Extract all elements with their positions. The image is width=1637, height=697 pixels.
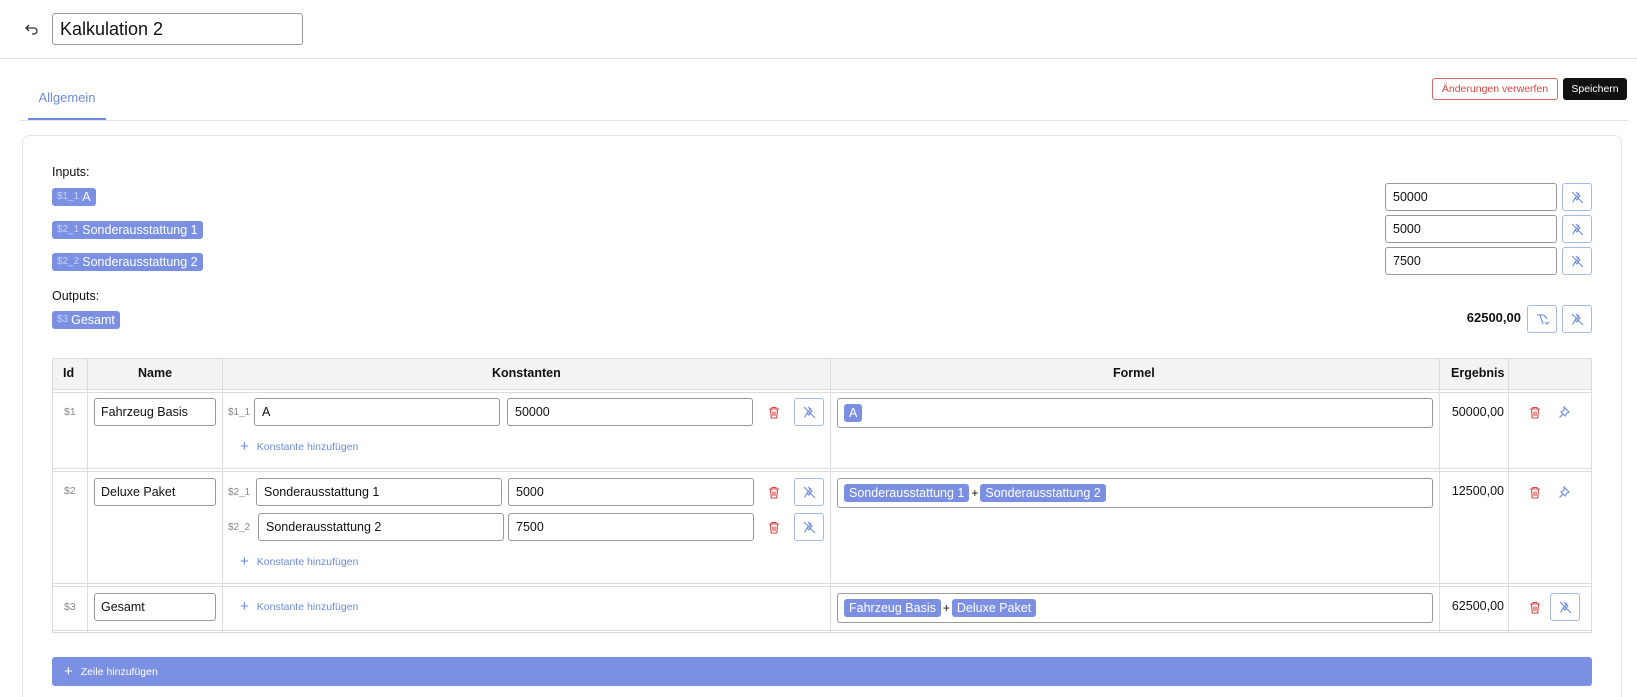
inputs-label: Inputs: xyxy=(52,165,90,179)
formula-field[interactable]: Fahrzeug Basis + Deluxe Paket xyxy=(837,593,1433,623)
save-button[interactable]: Speichern xyxy=(1563,78,1627,100)
pin-icon[interactable] xyxy=(1555,403,1573,421)
row-result: 50000,00 xyxy=(1451,405,1504,419)
constant-name-input[interactable] xyxy=(258,513,504,541)
row-divider xyxy=(52,586,1592,587)
column-divider xyxy=(1508,358,1509,633)
constant-id: $2_1 xyxy=(228,487,251,498)
plus-icon: + xyxy=(240,438,249,455)
add-row-button[interactable]: + Zeile hinzufügen xyxy=(52,657,1592,686)
row-name-input[interactable] xyxy=(94,593,216,621)
formula-chip[interactable]: Fahrzeug Basis xyxy=(844,599,941,617)
column-header-formula: Formel xyxy=(1113,366,1155,380)
calculation-title-input[interactable] xyxy=(52,13,303,45)
formula-operator: + xyxy=(971,486,979,500)
input-value-field[interactable] xyxy=(1385,247,1557,275)
input-value-field[interactable] xyxy=(1385,215,1557,243)
unpin-icon[interactable] xyxy=(1562,183,1592,211)
unpin-icon[interactable] xyxy=(1550,593,1580,621)
constant-value-input[interactable] xyxy=(508,513,754,541)
constant-id: $2_2 xyxy=(228,522,251,533)
row-id: $2 xyxy=(64,485,76,497)
plus-icon: + xyxy=(240,598,249,615)
top-bar xyxy=(0,0,1637,59)
row-divider xyxy=(52,389,1592,390)
constant-id: $1_1 xyxy=(228,407,251,418)
constant-name-input[interactable] xyxy=(256,478,502,506)
column-header-id: Id xyxy=(63,366,75,380)
constant-name-input[interactable] xyxy=(254,398,500,426)
input-variable-chip: $2_2 Sonderausstattung 2 xyxy=(52,252,203,271)
formula-chip[interactable]: A xyxy=(844,404,863,422)
trash-icon[interactable] xyxy=(765,483,783,501)
discard-changes-button[interactable]: Änderungen verwerfen xyxy=(1432,78,1558,100)
constant-value-input[interactable] xyxy=(507,398,753,426)
plus-icon: + xyxy=(64,662,73,680)
tabs-divider xyxy=(20,120,1628,121)
column-divider xyxy=(1439,358,1440,633)
output-variable-chip: $3 Gesamt xyxy=(52,310,120,329)
unpin-icon[interactable] xyxy=(1562,305,1592,333)
output-total-value: 62500,00 xyxy=(1466,310,1521,325)
unpin-icon[interactable] xyxy=(1562,215,1592,243)
row-result: 12500,00 xyxy=(1451,484,1504,498)
unpin-icon[interactable] xyxy=(794,398,824,426)
row-name-input[interactable] xyxy=(94,398,216,426)
trash-icon[interactable] xyxy=(1526,483,1544,501)
unpin-icon[interactable] xyxy=(794,478,824,506)
row-divider xyxy=(52,392,1592,393)
column-divider xyxy=(830,358,831,633)
row-id: $1 xyxy=(64,406,76,418)
unpin-icon[interactable] xyxy=(794,513,824,541)
column-header-name: Name xyxy=(138,366,173,380)
input-value-field[interactable] xyxy=(1385,183,1557,211)
column-header-result: Ergebnis xyxy=(1451,366,1505,380)
formula-chip[interactable]: Sonderausstattung 1 xyxy=(844,484,970,502)
back-icon[interactable] xyxy=(22,19,42,39)
row-divider xyxy=(52,468,1592,469)
input-variable-chip: $1_1 A xyxy=(52,187,96,206)
trash-icon[interactable] xyxy=(765,518,783,536)
column-divider xyxy=(222,358,223,633)
column-header-constants: Konstanten xyxy=(492,366,561,380)
row-divider xyxy=(52,471,1592,472)
row-divider xyxy=(52,583,1592,584)
add-constant-button[interactable]: + Konstante hinzufügen xyxy=(240,438,358,455)
input-variable-chip: $2_1 Sonderausstattung 1 xyxy=(52,220,203,239)
row-divider xyxy=(52,630,1592,631)
formula-operator: + xyxy=(942,601,950,615)
row-result: 62500,00 xyxy=(1451,599,1504,613)
column-divider xyxy=(87,358,88,633)
trash-icon[interactable] xyxy=(1526,403,1544,421)
flow-icon[interactable] xyxy=(1527,305,1557,333)
outputs-label: Outputs: xyxy=(52,289,100,303)
formula-chip[interactable]: Sonderausstattung 2 xyxy=(980,484,1106,502)
trash-icon[interactable] xyxy=(765,403,783,421)
constant-value-input[interactable] xyxy=(508,478,754,506)
unpin-icon[interactable] xyxy=(1562,247,1592,275)
formula-field[interactable]: A xyxy=(837,398,1433,428)
formula-chip[interactable]: Deluxe Paket xyxy=(951,599,1037,617)
plus-icon: + xyxy=(240,553,249,570)
row-id: $3 xyxy=(64,601,76,613)
pin-icon[interactable] xyxy=(1555,483,1573,501)
add-constant-button[interactable]: + Konstante hinzufügen xyxy=(240,598,358,615)
row-name-input[interactable] xyxy=(94,478,216,506)
trash-icon[interactable] xyxy=(1526,598,1544,616)
add-constant-button[interactable]: + Konstante hinzufügen xyxy=(240,553,358,570)
tab-allgemein[interactable]: Allgemein xyxy=(28,81,106,121)
formula-field[interactable]: Sonderausstattung 1 + Sonderausstattung … xyxy=(837,478,1433,508)
